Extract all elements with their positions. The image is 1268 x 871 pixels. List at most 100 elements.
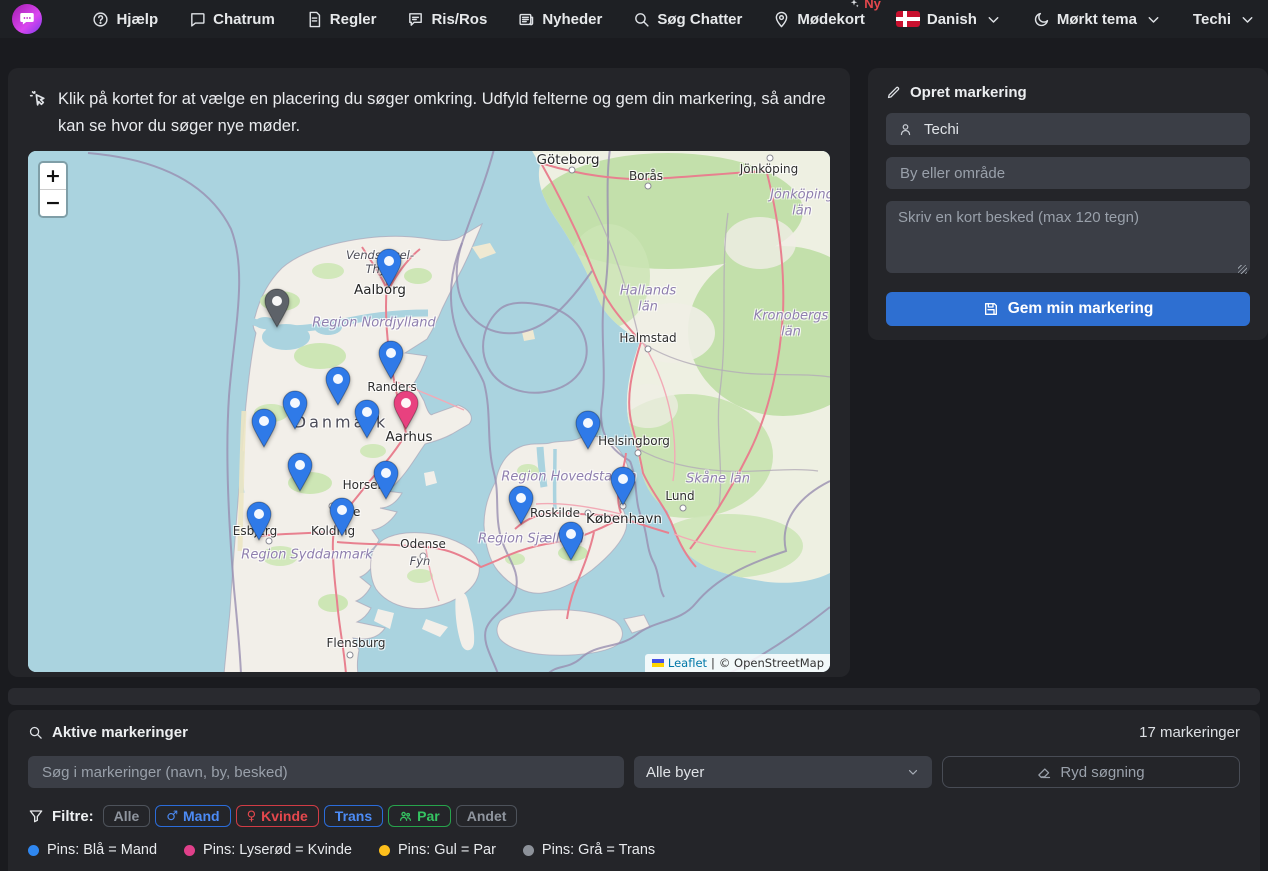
filter-chip-mand[interactable]: ♂Mand	[155, 805, 230, 827]
chevron-down-icon	[1239, 11, 1256, 28]
page: Hjælp Chatrum Regler Ris/Ros Nyheder Søg Chat…	[0, 0, 1268, 871]
active-markers-title-text: Aktive markeringer	[52, 724, 188, 741]
feedback-icon	[407, 11, 424, 28]
nav-item-rules-label: Regler	[330, 11, 377, 28]
nav-item-rules[interactable]: Regler	[306, 11, 377, 28]
map-pin-icon	[773, 11, 790, 28]
pin-legend: Pins: Blå = Mand Pins: Lyserød = Kvinde Pi…	[28, 842, 1240, 858]
new-badge-text: Ny	[864, 0, 881, 11]
message-field[interactable]	[886, 201, 1250, 273]
ukraine-flag-icon	[652, 659, 664, 667]
nav-item-search-chatters[interactable]: Søg Chatter	[633, 11, 742, 28]
active-markers-title: Aktive markeringer	[28, 724, 188, 741]
legend-item-label: Pins: Lyserød = Kvinde	[203, 842, 352, 858]
legend-dot-icon	[523, 845, 534, 856]
leaflet-link[interactable]: Leaflet	[668, 656, 707, 670]
map-instructions: Klik på kortet for at vælge en placering…	[28, 86, 834, 140]
language-selector[interactable]: Danish	[896, 11, 1002, 28]
theme-selector[interactable]: Mørkt tema	[1033, 11, 1162, 28]
map-zoom-in-button[interactable]: +	[40, 163, 66, 189]
map-terrain	[28, 151, 830, 672]
eraser-icon	[1037, 765, 1052, 780]
pencil-icon	[886, 85, 901, 100]
filter-chip-label: Andet	[467, 808, 507, 824]
marker-search-wrap	[28, 756, 624, 788]
legend-item-label: Pins: Gul = Par	[398, 842, 496, 858]
city-field[interactable]	[898, 164, 1238, 183]
collapsed-section	[8, 688, 1260, 705]
kvinde-symbol-icon: ♀	[247, 809, 257, 824]
top-nav: Hjælp Chatrum Regler Ris/Ros Nyheder Søg Chat…	[0, 0, 1268, 38]
filter-chips: Alle♂Mand ♀ Kvinde Trans Par Andet	[103, 805, 518, 827]
filter-chip-kvinde[interactable]: ♀ Kvinde	[236, 805, 319, 827]
filter-row: Filtre: Alle♂Mand ♀ Kvinde Trans Par Andet	[28, 805, 1240, 827]
clear-search-button[interactable]: Ryd søgning	[942, 756, 1240, 788]
nav-item-help-label: Hjælp	[116, 11, 158, 28]
nav-item-news[interactable]: Nyheder	[518, 11, 602, 28]
create-panel-title: Opret markering	[886, 84, 1250, 101]
legend-dot-icon	[184, 845, 195, 856]
save-marker-button[interactable]: Gem min markering	[886, 292, 1250, 326]
active-markers-header: Aktive markeringer 17 markeringer	[28, 724, 1240, 741]
legend-item: Pins: Grå = Trans	[523, 842, 655, 858]
name-field[interactable]	[922, 120, 1238, 139]
cursor-click-icon	[28, 89, 48, 109]
legend-item: Pins: Gul = Par	[379, 842, 496, 858]
filter-chip-par[interactable]: Par	[388, 805, 451, 827]
nav-item-chatrooms-label: Chatrum	[213, 11, 275, 28]
sparkle-icon	[845, 0, 862, 12]
city-field-wrap	[886, 157, 1250, 189]
active-markers-controls: Alle byer Ryd søgning	[28, 756, 1240, 788]
nav-item-news-label: Nyheder	[542, 11, 602, 28]
message-field-wrap	[886, 201, 1250, 278]
map-zoom-control: + −	[38, 161, 68, 218]
help-icon	[92, 11, 109, 28]
map-instructions-text: Klik på kortet for at vælge en placering…	[58, 86, 834, 140]
site-logo chat-bubble-logo-icon[interactable]	[12, 4, 42, 34]
city-filter-select[interactable]: Alle byer	[634, 756, 932, 788]
funnel-icon	[28, 808, 44, 824]
attribution-separator: |	[711, 656, 715, 670]
save-marker-button-label: Gem min markering	[1008, 300, 1154, 318]
danish-flag-icon	[896, 11, 920, 27]
nav-item-meet-map-label: Mødekort	[797, 11, 865, 28]
nav-menu: Hjælp Chatrum Regler Ris/Ros Nyheder Søg Chat…	[92, 11, 1256, 28]
filter-chip-andet[interactable]: Andet	[456, 805, 518, 827]
resize-grip-icon[interactable]	[1238, 265, 1247, 274]
filter-chip-alle[interactable]: Alle	[103, 805, 151, 827]
document-icon	[306, 11, 323, 28]
create-panel-title-text: Opret markering	[910, 84, 1027, 101]
nav-item-help[interactable]: Hjælp	[92, 11, 158, 28]
map[interactable]: GöteborgBoråsJönköpingJönköpinglänHallan…	[28, 151, 830, 672]
marker-search-input[interactable]	[40, 763, 612, 782]
map-zoom-out-button[interactable]: −	[40, 189, 66, 216]
chat-icon	[189, 11, 206, 28]
filter-chip-label: Mand	[183, 808, 220, 824]
nav-item-chatrooms[interactable]: Chatrum	[189, 11, 275, 28]
user-menu-label: Techi	[1193, 11, 1231, 28]
marker-count: 17 markeringer	[1139, 724, 1240, 741]
nav-item-meet-map[interactable]: MødekortNy	[773, 11, 865, 28]
filter-chip-label: Kvinde	[261, 808, 308, 824]
save-icon	[983, 301, 999, 317]
legend-dot-icon	[379, 845, 390, 856]
legend-item-label: Pins: Blå = Mand	[47, 842, 157, 858]
news-icon	[518, 11, 535, 28]
nav-item-feedback-label: Ris/Ros	[431, 11, 487, 28]
filter-chip-label: Trans	[335, 808, 372, 824]
user-menu[interactable]: Techi	[1193, 11, 1256, 28]
chevron-down-icon	[906, 765, 920, 779]
create-marker-panel: Opret markering Gem min markering	[868, 68, 1268, 340]
osm-attribution[interactable]: © OpenStreetMap	[719, 656, 824, 670]
filter-label-text: Filtre:	[52, 808, 94, 825]
nav-item-feedback[interactable]: Ris/Ros	[407, 11, 487, 28]
chevron-down-icon	[985, 11, 1002, 28]
filter-chip-trans[interactable]: Trans	[324, 805, 383, 827]
legend-item: Pins: Lyserød = Kvinde	[184, 842, 352, 858]
search-icon	[28, 725, 43, 740]
chevron-down-icon	[1145, 11, 1162, 28]
search-icon	[633, 11, 650, 28]
theme-label: Mørkt tema	[1057, 11, 1137, 28]
language-label: Danish	[927, 11, 977, 28]
nav-item-search-chatters-label: Søg Chatter	[657, 11, 742, 28]
